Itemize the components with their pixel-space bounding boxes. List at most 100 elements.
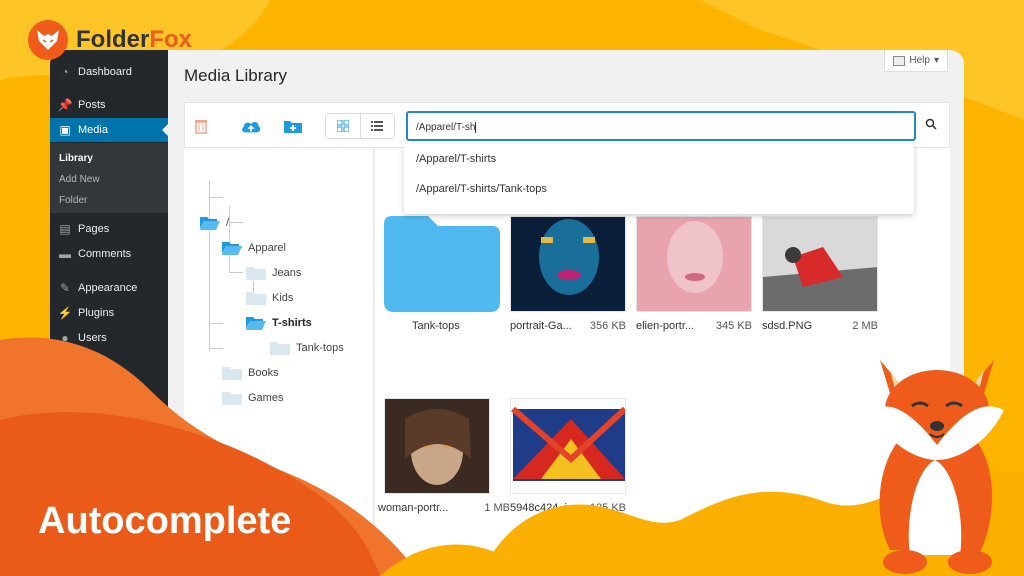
image-thumbnail xyxy=(762,216,878,312)
tree-node-root[interactable]: / xyxy=(200,216,229,230)
sidebar-item-tools[interactable]: 🔧 Tools xyxy=(50,351,168,375)
brand-name-part1: Folder xyxy=(76,26,150,53)
search-input-value: /Apparel/T-sh xyxy=(416,122,476,134)
file-tile[interactable]: 5948c424_i... 125 KB xyxy=(510,398,626,514)
tree-line xyxy=(209,181,210,351)
brand-name-part2: Fox xyxy=(149,26,193,53)
tree-line xyxy=(209,323,223,324)
tree-label: Tank-tops xyxy=(296,342,344,354)
page-icon: ▤ xyxy=(59,222,71,236)
sidebar-item-pages[interactable]: ▤ Pages xyxy=(50,217,168,241)
suggestion-item[interactable]: /Apparel/T-shirts xyxy=(416,153,496,165)
dashboard-icon: ◔ xyxy=(61,65,69,79)
sidebar-item-settings[interactable]: ▦ Settings xyxy=(50,376,168,400)
file-name: elien-portr... xyxy=(636,320,695,332)
file-name: portrait-Ga... xyxy=(510,320,572,332)
tree-node-books[interactable]: Books xyxy=(222,366,279,380)
submenu-library[interactable]: Library xyxy=(50,153,168,164)
file-size: 356 KB xyxy=(589,320,626,332)
tree-line xyxy=(229,222,243,223)
folder-icon xyxy=(246,267,266,280)
image-thumbnail xyxy=(384,398,490,494)
sidebar-item-label: Appearance xyxy=(78,282,138,294)
file-tile[interactable]: elien-portr... 345 KB xyxy=(636,216,752,332)
folder-icon xyxy=(246,292,266,305)
grid-view-icon[interactable] xyxy=(326,114,361,138)
tree-node-jeans[interactable]: Jeans xyxy=(246,266,301,280)
sidebar-item-label: Comments xyxy=(78,248,132,260)
folder-tile[interactable]: Tank-tops xyxy=(384,216,500,332)
sidebar-item-label: Plugins xyxy=(78,307,115,319)
sidebar-item-label: Media xyxy=(78,124,108,136)
sidebar-item-appearance[interactable]: ✎ Appearance xyxy=(50,276,168,300)
file-tile[interactable]: woman-portr... 1 MB xyxy=(378,398,510,514)
user-icon: ● xyxy=(61,331,69,345)
file-name: sdsd.PNG xyxy=(762,320,813,332)
page-title: Media Library xyxy=(184,66,287,85)
file-tile[interactable]: portrait-Ga... 356 KB xyxy=(510,216,626,332)
sidebar-item-label: Users xyxy=(78,332,107,344)
upload-cloud-icon[interactable] xyxy=(241,116,261,136)
tree-line xyxy=(209,197,223,198)
tree-node-apparel[interactable]: Apparel xyxy=(222,241,286,255)
folderfox-logo: FolderFox xyxy=(28,20,192,60)
media-icon: ▣ xyxy=(59,123,71,137)
list-view-icon[interactable] xyxy=(361,114,395,138)
comment-icon: ▬ xyxy=(59,247,71,261)
sidebar-item-media[interactable]: ▣ Media xyxy=(50,118,168,142)
help-label: Help xyxy=(909,55,930,66)
folder-open-icon xyxy=(200,217,220,230)
suggestion-item[interactable]: /Apparel/T-shirts/Tank-tops xyxy=(416,183,547,195)
sidebar-item-label: Posts xyxy=(78,99,106,111)
file-tile[interactable]: sdsd.PNG 2 MB xyxy=(762,216,878,332)
tree-node-tank-tops[interactable]: Tank-tops xyxy=(270,341,344,355)
main-area: Media Library Help ▾ /Apparel/T-sh /Appa… xyxy=(168,50,964,576)
folder-icon xyxy=(270,342,290,355)
tree-label: Jeans xyxy=(272,267,302,279)
autocomplete-dropdown: /Apparel/T-shirts /Apparel/T-shirts/Tank… xyxy=(404,144,914,214)
caret-down-icon: ▾ xyxy=(933,55,939,66)
sidebar-item-posts[interactable]: 📌 Posts xyxy=(50,93,168,117)
sidebar-item-label: Pages xyxy=(78,223,110,235)
image-thumbnail xyxy=(636,216,752,312)
folder-icon xyxy=(222,392,242,405)
sidebar-item-plugins[interactable]: ⚡ Plugins xyxy=(50,301,168,325)
feature-headline: Autocomplete xyxy=(38,500,292,542)
new-folder-icon[interactable] xyxy=(283,116,303,136)
tree-label: Games xyxy=(248,392,284,404)
folder-search-input[interactable]: /Apparel/T-sh xyxy=(406,111,916,141)
tree-node-t-shirts[interactable]: T-shirts xyxy=(246,316,312,330)
pin-icon: 📌 xyxy=(57,98,73,112)
help-button[interactable]: Help ▾ xyxy=(884,50,948,72)
sidebar-item-label: Settings xyxy=(78,382,118,394)
file-size: 125 KB xyxy=(589,502,626,514)
folder-open-icon xyxy=(246,317,266,330)
fox-logo-icon xyxy=(28,20,68,60)
brush-icon: ✎ xyxy=(59,281,71,295)
submenu-folder[interactable]: Folder xyxy=(50,195,168,206)
sidebar-item-dashboard[interactable]: ◔ Dashboard xyxy=(50,60,168,84)
large-folder-icon xyxy=(384,216,500,312)
tree-label: / xyxy=(226,217,230,229)
file-name: Tank-tops xyxy=(412,320,460,332)
sidebar-item-comments[interactable]: ▬ Comments xyxy=(50,242,168,266)
app-window: ◔ Dashboard 📌 Posts ▣ Media Library Add … xyxy=(50,50,964,576)
sidebar-item-users[interactable]: ● Users xyxy=(50,326,168,350)
help-image-icon xyxy=(893,55,906,66)
tree-node-games[interactable]: Games xyxy=(222,391,283,405)
tree-label: Apparel xyxy=(248,242,286,254)
search-icon[interactable] xyxy=(925,117,941,133)
tree-node-kids[interactable]: Kids xyxy=(246,291,293,305)
brand-name: FolderFox xyxy=(76,26,192,54)
sidebar-collapse-menu[interactable]: ◀ Collapse menu xyxy=(50,404,168,428)
text-cursor xyxy=(475,122,477,133)
file-name: 5948c424_i... xyxy=(510,502,577,514)
folder-open-icon xyxy=(222,242,242,255)
wrench-icon: 🔧 xyxy=(57,356,73,370)
view-toggle xyxy=(325,113,395,139)
fox-mascot xyxy=(870,360,1004,574)
tree-label: Kids xyxy=(272,292,294,304)
submenu-add-new[interactable]: Add New xyxy=(50,174,168,185)
trash-icon[interactable] xyxy=(191,116,211,136)
tree-label: T-shirts xyxy=(272,317,312,329)
